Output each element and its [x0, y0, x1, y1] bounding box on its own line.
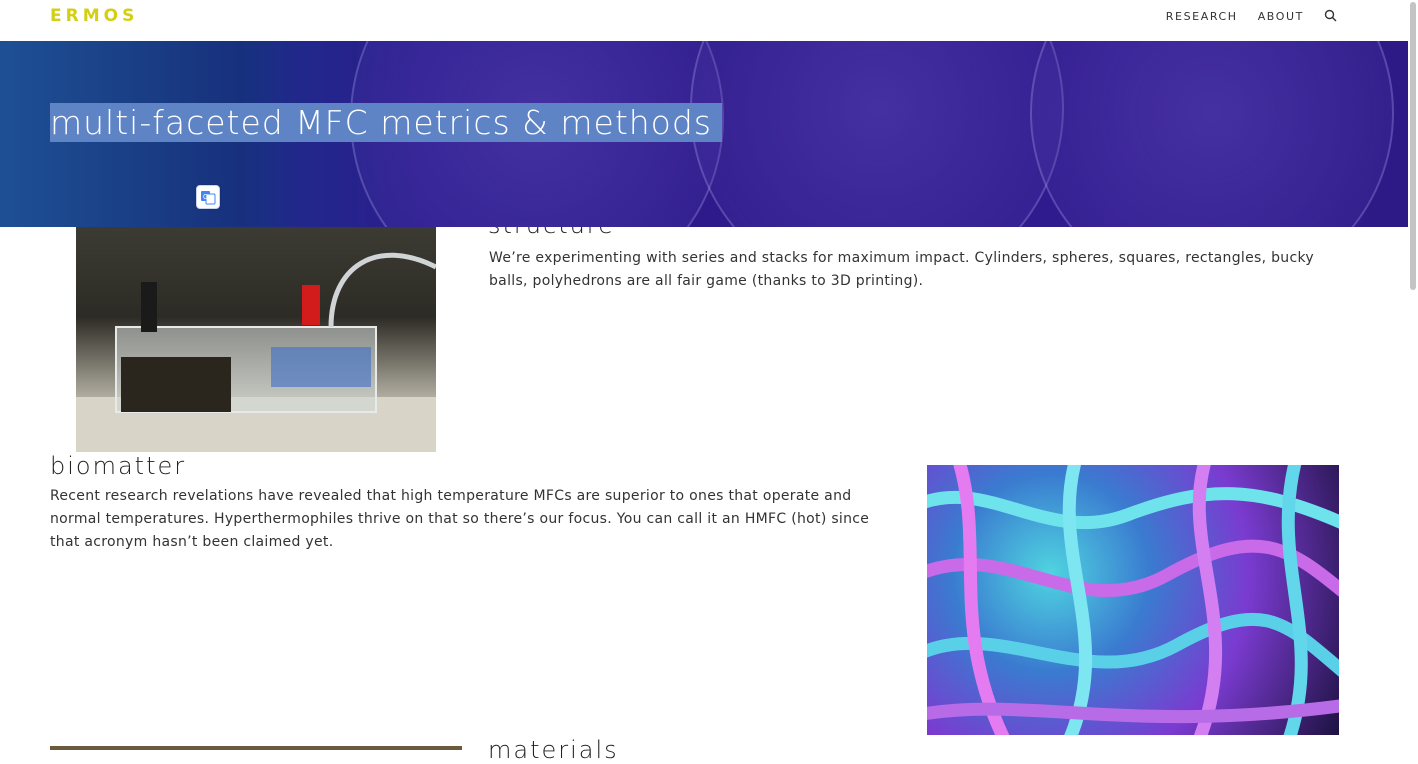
svg-text:G: G [203, 194, 208, 201]
section-heading-materials: materials [488, 736, 619, 764]
petri-dish-image [1030, 41, 1394, 227]
section-text-biomatter: Recent research revelations have reveale… [50, 488, 870, 550]
nav-research[interactable]: RESEARCH [1166, 10, 1238, 23]
search-icon[interactable] [1324, 9, 1338, 23]
translate-icon[interactable]: G [196, 185, 220, 209]
section-heading-biomatter: biomatter [50, 452, 187, 480]
fuel-cell-photo [76, 227, 436, 452]
site-header: ERMOS RESEARCH ABOUT [0, 0, 1408, 41]
petri-dish-image [690, 41, 1064, 227]
hero-title-selection: multi-faceted MFC metrics & methods [50, 103, 722, 142]
nav-about[interactable]: ABOUT [1258, 10, 1304, 23]
materials-photo [50, 746, 462, 750]
section-text-structure: We’re experimenting with series and stac… [489, 250, 1314, 289]
bacteria-micrograph [927, 465, 1339, 735]
scrollbar-thumb[interactable] [1410, 2, 1416, 290]
hero-banner: multi-faceted MFC metrics & methods G [0, 41, 1408, 227]
page-scrollbar[interactable] [1408, 0, 1418, 750]
logo[interactable]: ERMOS [50, 6, 138, 26]
page-title: multi-faceted MFC metrics & methods [50, 103, 712, 142]
main-nav: RESEARCH ABOUT [1166, 9, 1338, 23]
